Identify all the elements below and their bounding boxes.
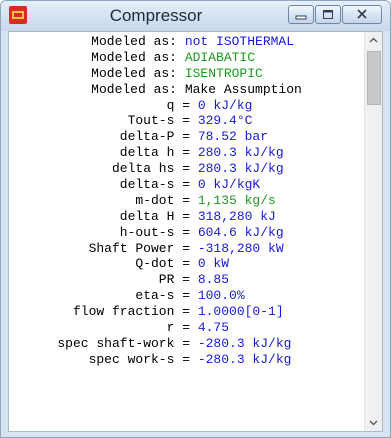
result-label: delta-P = (119, 129, 190, 145)
compressor-window: Compressor Modeled as: not ISOTHERMAL Mod… (0, 0, 391, 438)
result-line: h-out-s = 604.6 kJ/kg (9, 225, 365, 241)
result-value: 8.85 (197, 272, 230, 288)
result-value: 0 kJ/kgK (197, 177, 261, 193)
result-label: Modeled as: (91, 34, 177, 49)
result-value: 280.3 kJ/kg (197, 161, 284, 177)
maximize-icon (323, 10, 333, 19)
result-value: 0 kJ/kg (197, 97, 253, 113)
scroll-thumb[interactable] (367, 51, 381, 105)
result-line: Modeled as: ADIABATIC (9, 50, 365, 66)
result-line: delta h = 280.3 kJ/kg (9, 145, 365, 161)
result-label: spec shaft-work = (57, 335, 190, 351)
title-bar[interactable]: Compressor (1, 1, 390, 31)
result-line: Modeled as: ISENTROPIC (9, 66, 365, 82)
result-line: eta-s = 100.0% (9, 288, 365, 304)
result-value: 100.0% (197, 288, 245, 304)
result-label: Tout-s = (127, 113, 190, 129)
result-value: -280.3 kJ/kg (197, 351, 292, 367)
result-value: Make Assumption (184, 81, 302, 97)
result-value: not ISOTHERMAL (184, 34, 295, 49)
window-title: Compressor (109, 6, 203, 25)
vertical-scrollbar[interactable] (364, 32, 382, 431)
result-value: 0 kW (197, 256, 230, 272)
chevron-down-icon (369, 420, 378, 426)
results-list: Modeled as: not ISOTHERMAL Modeled as: AD… (9, 32, 365, 433)
result-line: delta hs = 280.3 kJ/kg (9, 161, 365, 177)
result-line: flow fraction = 1.0000[0-1] (9, 304, 365, 320)
result-line: Modeled as: not ISOTHERMAL (9, 34, 365, 50)
result-line: r = 4.75 (9, 320, 365, 336)
result-label: r = (166, 320, 190, 336)
result-label: Modeled as: (91, 65, 177, 81)
result-label: delta H = (119, 208, 190, 224)
chevron-up-icon (369, 37, 378, 43)
result-label: delta hs = (111, 161, 190, 177)
result-label: Modeled as: (91, 49, 177, 65)
close-icon (357, 9, 367, 19)
result-value: 604.6 kJ/kg (197, 224, 284, 240)
minimize-icon (295, 15, 307, 20)
result-label: flow fraction = (72, 304, 190, 320)
result-line: q = 0 kJ/kg (9, 98, 365, 114)
result-value: -280.3 kJ/kg (197, 335, 292, 351)
result-label: spec work-s = (88, 351, 190, 367)
result-value: 329.4°C (197, 113, 253, 129)
result-line: Tout-s = 329.4°C (9, 113, 365, 129)
result-label: Q-dot = (135, 256, 190, 272)
result-line: PR = 8.85 (9, 272, 365, 288)
result-label: PR = (158, 272, 190, 288)
close-button[interactable] (342, 5, 382, 24)
result-label: delta-s = (119, 177, 190, 193)
result-label: q = (166, 97, 190, 113)
result-line: delta-s = 0 kJ/kgK (9, 177, 365, 193)
result-label: Modeled as: (91, 81, 177, 97)
scroll-up-button[interactable] (365, 32, 382, 49)
result-value: 4.75 (197, 320, 230, 336)
result-line: Q-dot = 0 kW (9, 256, 365, 272)
result-label: h-out-s = (119, 224, 190, 240)
scroll-down-button[interactable] (365, 414, 382, 431)
result-line: m-dot = 1,135 kg/s (9, 193, 365, 209)
result-line: Modeled as: Make Assumption (9, 82, 365, 98)
result-line: spec shaft-work = -280.3 kJ/kg (9, 336, 365, 352)
result-value: 78.52 bar (197, 129, 269, 145)
result-value: 1.0000[0-1] (197, 304, 284, 320)
result-value: ADIABATIC (184, 49, 256, 65)
results-panel[interactable]: Modeled as: not ISOTHERMAL Modeled as: AD… (8, 31, 383, 432)
result-value: 318,280 kJ (197, 208, 276, 224)
result-value: ISENTROPIC (184, 65, 263, 81)
result-label: eta-s = (135, 288, 190, 304)
result-value: -318,280 kW (197, 240, 284, 256)
result-value: 280.3 kJ/kg (197, 145, 284, 161)
result-value: 1,135 kg/s (197, 192, 276, 208)
result-label: m-dot = (135, 192, 190, 208)
result-label: Shaft Power = (88, 240, 190, 256)
result-line: spec work-s = -280.3 kJ/kg (9, 352, 365, 368)
result-line: Shaft Power = -318,280 kW (9, 241, 365, 257)
result-line: delta H = 318,280 kJ (9, 209, 365, 225)
minimize-button[interactable] (288, 5, 314, 24)
maximize-button[interactable] (315, 5, 341, 24)
result-line: delta-P = 78.52 bar (9, 129, 365, 145)
result-label: delta h = (119, 145, 190, 161)
